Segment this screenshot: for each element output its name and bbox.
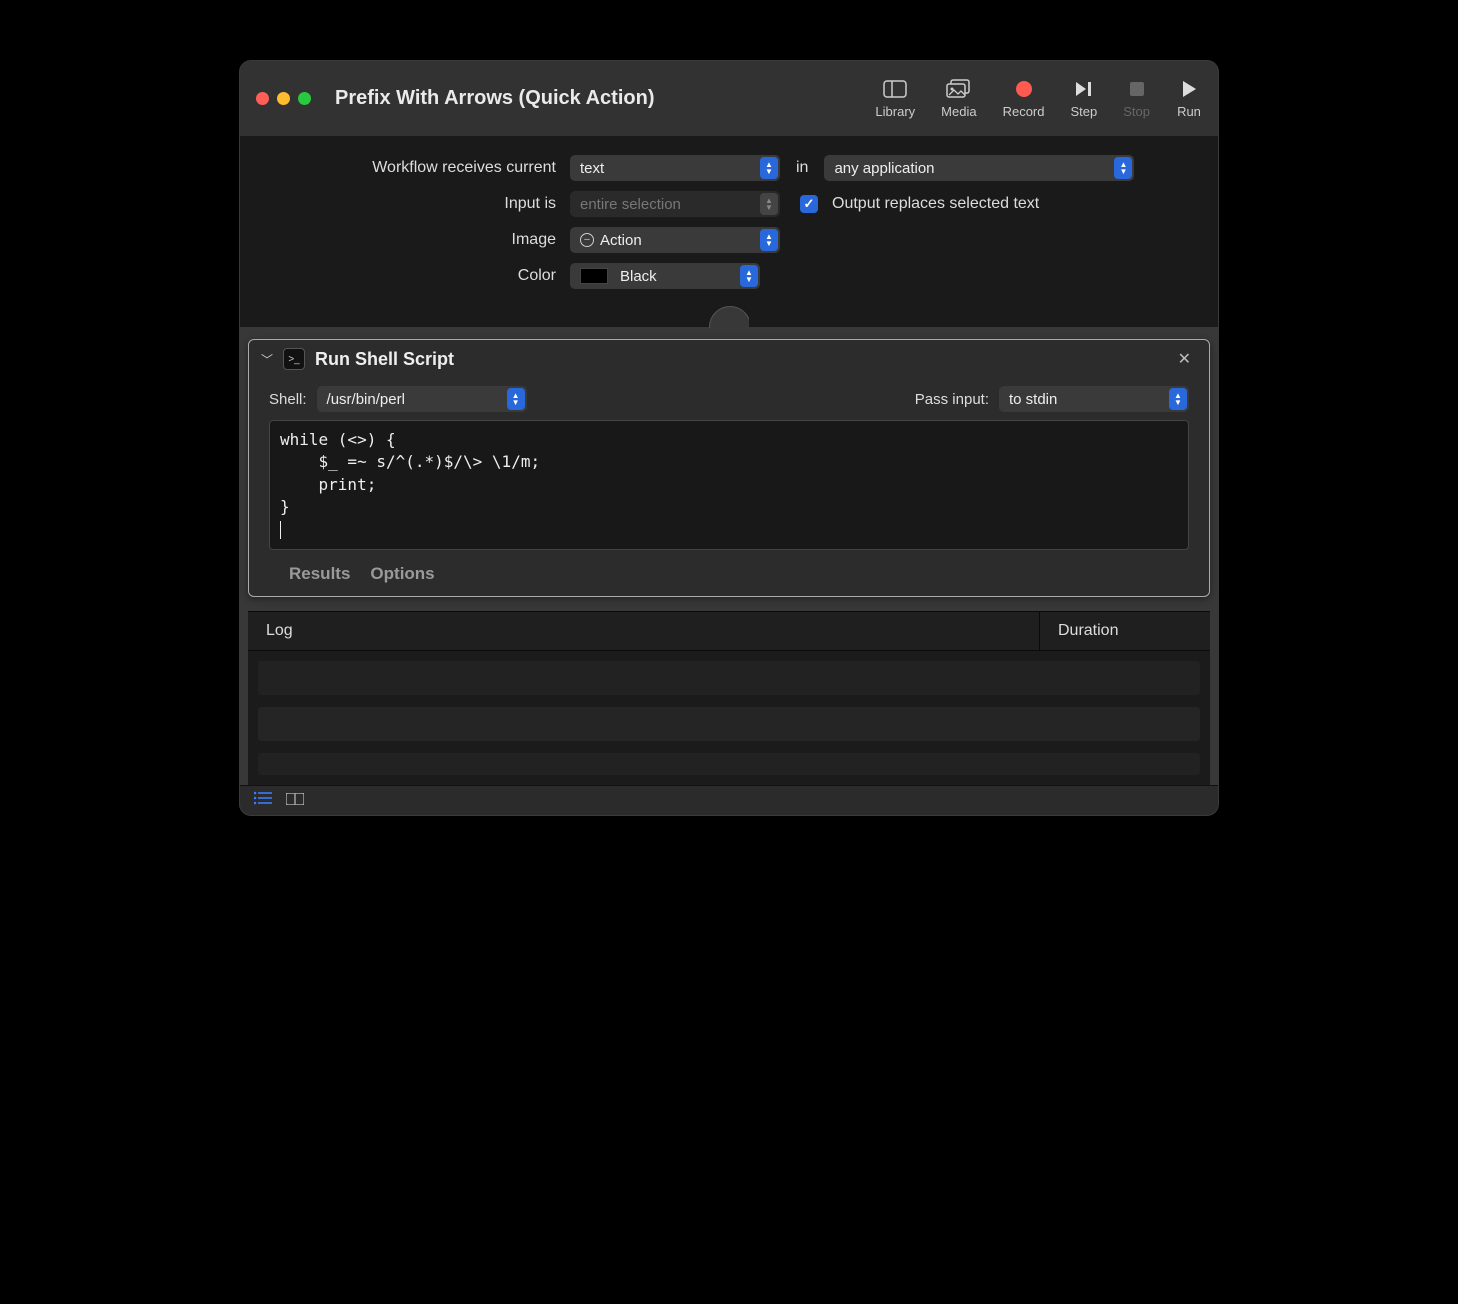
color-label: Color (270, 267, 560, 285)
step-label: Step (1071, 104, 1098, 119)
library-button[interactable]: Library (875, 78, 915, 119)
record-label: Record (1003, 104, 1045, 119)
updown-icon: ▲▼ (760, 193, 778, 215)
log-row (258, 753, 1200, 775)
options-tab[interactable]: Options (370, 564, 434, 584)
record-icon (1011, 78, 1037, 100)
shell-select[interactable]: /usr/bin/perl ▲▼ (317, 386, 527, 412)
log-header: Log Duration (248, 611, 1210, 651)
updown-icon: ▲▼ (740, 265, 758, 287)
application-value: any application (834, 160, 934, 177)
image-label: Image (270, 231, 560, 249)
stop-button: Stop (1123, 78, 1150, 119)
updown-icon: ▲▼ (1169, 388, 1187, 410)
shell-value: /usr/bin/perl (327, 391, 405, 408)
receives-select[interactable]: text ▲▼ (570, 155, 780, 181)
run-label: Run (1177, 104, 1201, 119)
bottom-bar (240, 785, 1218, 815)
action-header[interactable]: ﹀ >_ Run Shell Script ✕ (249, 340, 1209, 378)
output-replaces-label: Output replaces selected text (832, 195, 1039, 213)
media-button[interactable]: Media (941, 78, 976, 119)
log-row (258, 707, 1200, 741)
workflow-config: Workflow receives current text ▲▼ in any… (240, 137, 1218, 327)
window-title: Prefix With Arrows (Quick Action) (335, 87, 875, 110)
pass-input-label: Pass input: (915, 391, 989, 408)
receives-label: Workflow receives current (270, 159, 560, 177)
color-swatch (580, 268, 608, 284)
log-column-header[interactable]: Log (248, 612, 1040, 650)
run-shell-script-action: ﹀ >_ Run Shell Script ✕ Shell: /usr/bin/… (248, 339, 1210, 597)
close-window-button[interactable] (256, 92, 269, 105)
stop-label: Stop (1123, 104, 1150, 119)
log-rows (248, 651, 1210, 785)
input-label: Input is (270, 195, 560, 213)
record-button[interactable]: Record (1003, 78, 1045, 119)
log-panel: Log Duration (248, 611, 1210, 785)
workflow-canvas: ﹀ >_ Run Shell Script ✕ Shell: /usr/bin/… (240, 327, 1218, 785)
color-value: Black (620, 268, 657, 285)
updown-icon: ▲▼ (760, 229, 778, 251)
text-cursor (280, 521, 281, 539)
duration-column-header[interactable]: Duration (1040, 612, 1210, 650)
automator-window: Prefix With Arrows (Quick Action) Librar… (239, 60, 1219, 816)
columns-view-icon[interactable] (286, 792, 304, 808)
library-label: Library (875, 104, 915, 119)
sidebar-icon (882, 78, 908, 100)
titlebar: Prefix With Arrows (Quick Action) Librar… (240, 61, 1218, 137)
list-view-icon[interactable] (254, 791, 272, 810)
traffic-lights (256, 92, 311, 105)
terminal-icon: >_ (283, 348, 305, 370)
minimize-window-button[interactable] (277, 92, 290, 105)
pass-input-select[interactable]: to stdin ▲▼ (999, 386, 1189, 412)
results-tab[interactable]: Results (289, 564, 350, 584)
stop-icon (1124, 78, 1150, 100)
step-button[interactable]: Step (1071, 78, 1098, 119)
connector-notch (709, 306, 749, 328)
action-title: Run Shell Script (315, 349, 1162, 370)
receives-value: text (580, 160, 604, 177)
step-icon (1071, 78, 1097, 100)
in-label: in (796, 159, 808, 177)
remove-action-button[interactable]: ✕ (1172, 349, 1197, 369)
action-glyph-icon: – (580, 233, 594, 247)
pass-input-value: to stdin (1009, 391, 1057, 408)
shell-label: Shell: (269, 391, 307, 408)
script-content: while (<>) { $_ =~ s/^(.*)$/\> \1/m; pri… (280, 430, 540, 516)
input-select: entire selection ▲▼ (570, 191, 780, 217)
image-select[interactable]: – Action ▲▼ (570, 227, 780, 253)
input-value: entire selection (580, 196, 681, 213)
application-select[interactable]: any application ▲▼ (824, 155, 1134, 181)
toolbar: Library Media Record Step (875, 78, 1202, 119)
updown-icon: ▲▼ (760, 157, 778, 179)
updown-icon: ▲▼ (1114, 157, 1132, 179)
photos-icon (946, 78, 972, 100)
log-row (258, 661, 1200, 695)
output-replaces-checkbox[interactable]: ✓ (800, 195, 818, 213)
run-button[interactable]: Run (1176, 78, 1202, 119)
zoom-window-button[interactable] (298, 92, 311, 105)
image-value: Action (600, 232, 642, 249)
color-select[interactable]: Black ▲▼ (570, 263, 760, 289)
action-footer: Results Options (249, 554, 1209, 596)
chevron-down-icon[interactable]: ﹀ (261, 351, 273, 368)
play-icon (1176, 78, 1202, 100)
media-label: Media (941, 104, 976, 119)
script-textarea[interactable]: while (<>) { $_ =~ s/^(.*)$/\> \1/m; pri… (269, 420, 1189, 550)
updown-icon: ▲▼ (507, 388, 525, 410)
